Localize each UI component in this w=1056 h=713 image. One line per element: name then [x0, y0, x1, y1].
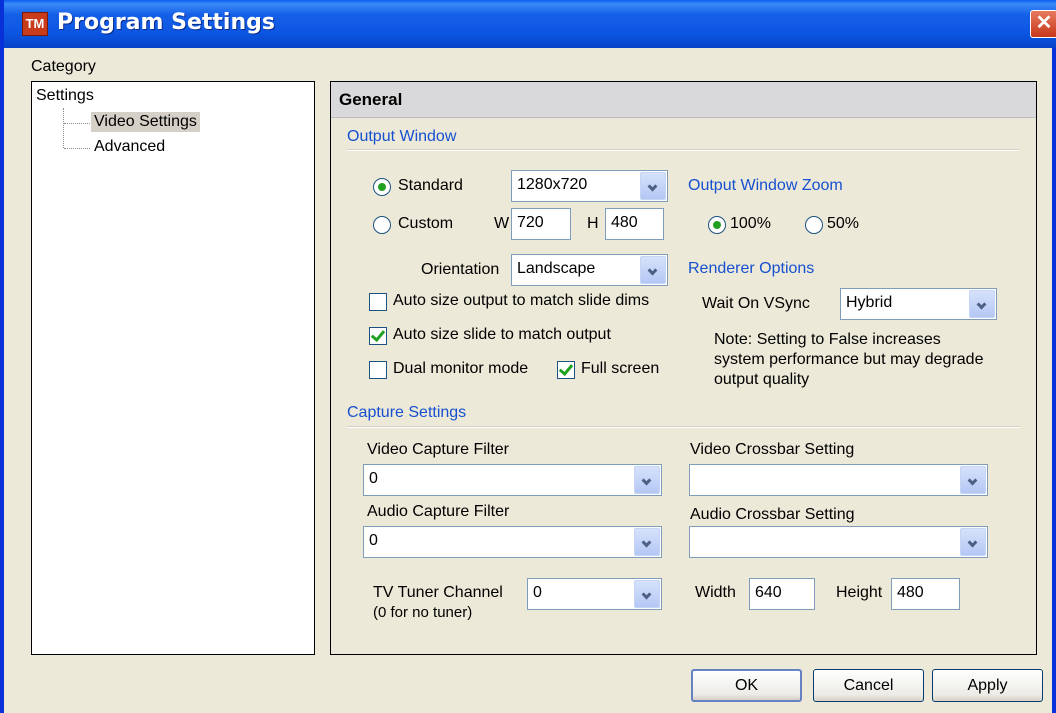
chevron-down-icon	[640, 172, 666, 200]
chevron-down-icon	[634, 580, 660, 608]
divider	[347, 426, 1019, 428]
video-capture-filter-dropdown[interactable]: 0	[363, 464, 662, 496]
full-screen-checkbox[interactable]	[557, 361, 575, 379]
chevron-down-icon	[640, 256, 666, 284]
custom-height-input[interactable]: 480	[605, 208, 664, 240]
full-screen-label: Full screen	[581, 360, 660, 377]
title-bar: TM Program Settings ✕	[4, 0, 1056, 48]
program-settings-window: TM Program Settings ✕ Category Settings …	[0, 0, 1056, 713]
custom-width-input[interactable]: 720	[511, 208, 571, 240]
vsync-note-line3: output quality	[714, 371, 810, 388]
zoom-100-radio[interactable]	[708, 216, 726, 234]
tv-tuner-label: TV Tuner Channel	[373, 584, 503, 601]
audio-capture-filter-dropdown[interactable]: 0	[363, 526, 662, 558]
audio-capture-filter-value: 0	[369, 532, 378, 549]
orientation-value: Landscape	[517, 260, 596, 277]
vsync-note-line2: system performance but may degrade	[714, 351, 984, 368]
app-tm-icon: TM	[22, 12, 48, 36]
capture-heading: Capture Settings	[347, 404, 467, 421]
standard-label: Standard	[398, 177, 463, 194]
capture-height-label: Height	[836, 584, 883, 601]
tv-tuner-sublabel: (0 for no tuner)	[373, 604, 473, 621]
audio-crossbar-dropdown[interactable]	[689, 526, 988, 558]
orientation-label: Orientation	[421, 261, 500, 278]
dual-monitor-label: Dual monitor mode	[393, 360, 529, 377]
window-title: Program Settings	[57, 10, 275, 35]
ok-button[interactable]: OK	[691, 669, 802, 702]
output-window-heading: Output Window	[347, 128, 457, 145]
capture-width-label: Width	[695, 584, 736, 601]
resolution-dropdown[interactable]: 1280x720	[511, 170, 668, 202]
capture-width-input[interactable]: 640	[749, 578, 815, 610]
vsync-dropdown[interactable]: Hybrid	[840, 288, 997, 320]
chevron-down-icon	[960, 528, 986, 556]
tree-connector	[64, 148, 90, 149]
close-icon: ✕	[1035, 12, 1053, 34]
standard-radio[interactable]	[373, 178, 391, 196]
width-label-w: W	[494, 215, 510, 232]
renderer-heading: Renderer Options	[688, 260, 815, 277]
zoom-heading: Output Window Zoom	[688, 177, 843, 194]
tree-item-video-settings[interactable]: Video Settings	[91, 112, 200, 132]
auto-size-output-label: Auto size output to match slide dims	[393, 292, 650, 309]
category-label: Category	[31, 58, 96, 75]
tv-tuner-dropdown[interactable]: 0	[527, 578, 662, 610]
category-tree: Settings Video Settings Advanced	[31, 81, 315, 655]
divider	[347, 149, 1019, 151]
cancel-button[interactable]: Cancel	[813, 669, 924, 702]
resolution-value: 1280x720	[517, 176, 588, 193]
close-button[interactable]: ✕	[1030, 10, 1056, 38]
panel-header-title: General	[339, 90, 403, 109]
zoom-50-label: 50%	[827, 215, 860, 232]
video-crossbar-dropdown[interactable]	[689, 464, 988, 496]
tv-tuner-value: 0	[533, 584, 542, 601]
custom-label: Custom	[398, 215, 454, 232]
tree-item-advanced[interactable]: Advanced	[94, 138, 165, 156]
zoom-100-label: 100%	[730, 215, 771, 232]
auto-size-slide-label: Auto size slide to match output	[393, 326, 611, 343]
chevron-down-icon	[960, 466, 986, 494]
height-label-h: H	[587, 215, 599, 232]
orientation-dropdown[interactable]: Landscape	[511, 254, 668, 286]
video-crossbar-label: Video Crossbar Setting	[690, 441, 855, 458]
chevron-down-icon	[634, 528, 660, 556]
auto-size-output-checkbox[interactable]	[369, 293, 387, 311]
chevron-down-icon	[969, 290, 995, 318]
apply-button[interactable]: Apply	[932, 669, 1043, 702]
dual-monitor-checkbox[interactable]	[369, 361, 387, 379]
video-capture-filter-label: Video Capture Filter	[367, 441, 509, 458]
zoom-50-radio[interactable]	[805, 216, 823, 234]
tree-connector	[64, 123, 90, 124]
custom-radio[interactable]	[373, 216, 391, 234]
video-capture-filter-value: 0	[369, 470, 378, 487]
panel-header: General	[331, 82, 1036, 118]
settings-panel: General Output Window Standard 1280x720 …	[330, 81, 1037, 655]
audio-crossbar-label: Audio Crossbar Setting	[690, 506, 855, 523]
vsync-value: Hybrid	[846, 294, 893, 311]
capture-height-input[interactable]: 480	[891, 578, 960, 610]
vsync-label: Wait On VSync	[702, 295, 810, 312]
audio-capture-filter-label: Audio Capture Filter	[367, 503, 510, 520]
auto-size-slide-checkbox[interactable]	[369, 327, 387, 345]
tree-item-settings[interactable]: Settings	[36, 87, 94, 105]
tree-connector	[63, 108, 64, 148]
vsync-note-line1: Note: Setting to False increases	[714, 331, 941, 348]
chevron-down-icon	[634, 466, 660, 494]
